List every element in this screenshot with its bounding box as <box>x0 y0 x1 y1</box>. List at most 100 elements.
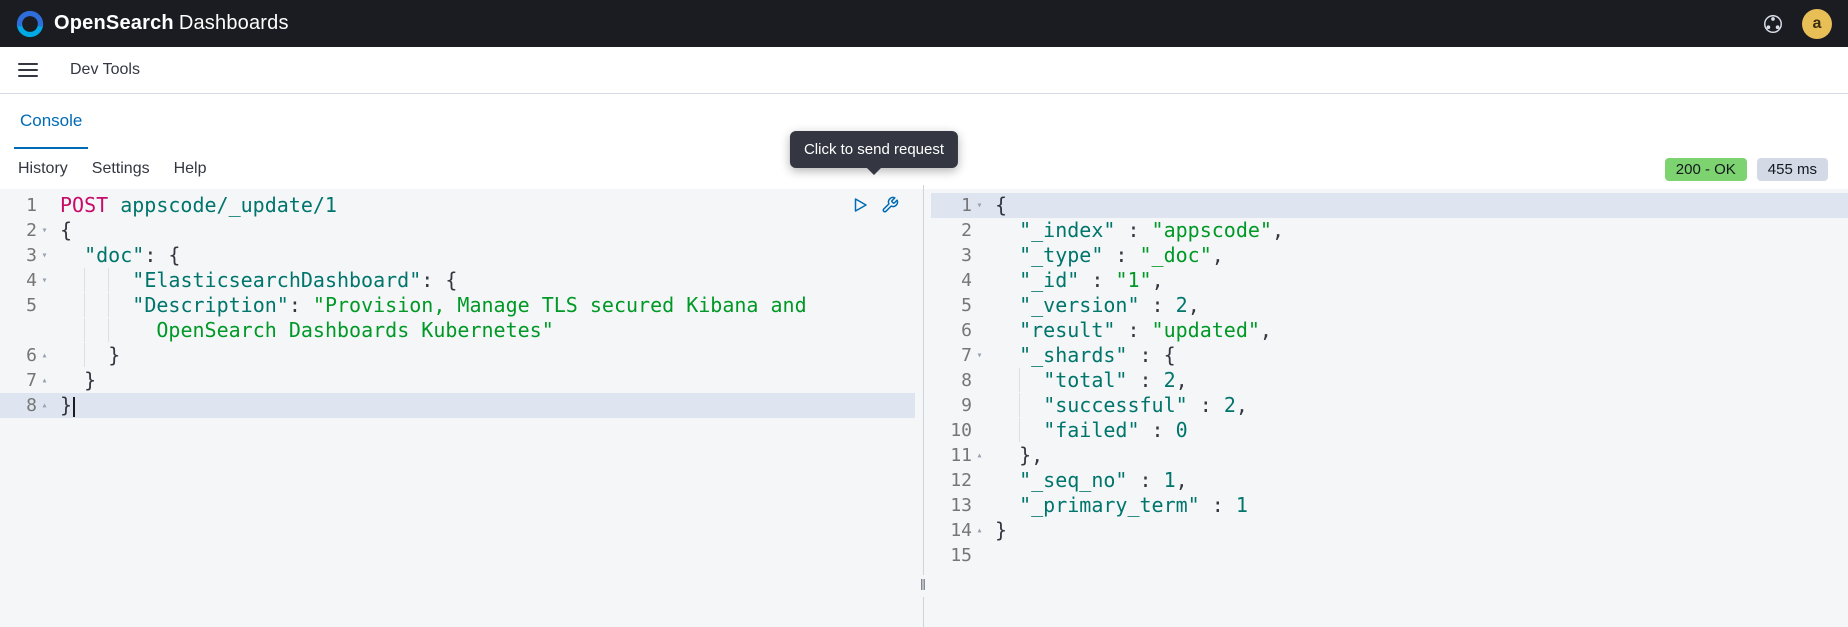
code-text: } <box>987 518 1848 543</box>
send-request-icon[interactable] <box>851 196 869 214</box>
editor-line[interactable]: 1POST appscode/_update/1 <box>0 193 915 218</box>
fold-spacer <box>972 543 987 568</box>
code-text: "total" : 2, <box>987 368 1848 393</box>
editor-line[interactable]: 8▴} <box>0 393 915 418</box>
tab-console[interactable]: Console <box>14 95 88 149</box>
line-number: 5 <box>26 293 37 343</box>
menu-icon[interactable] <box>18 63 38 77</box>
wrench-icon[interactable] <box>881 196 899 214</box>
fold-spacer <box>972 393 987 418</box>
editor-line: 3 "_type" : "_doc", <box>931 243 1848 268</box>
panel-resizer[interactable]: ‖ <box>915 189 931 627</box>
line-number: 6 <box>26 343 37 368</box>
menu-history[interactable]: History <box>18 160 68 178</box>
editor-line: 10 "failed" : 0 <box>931 418 1848 443</box>
gutter-cell: 5 <box>931 293 987 318</box>
editor-line[interactable]: 7▴ } <box>0 368 915 393</box>
line-number: 12 <box>950 468 972 493</box>
code-text: "_primary_term" : 1 <box>987 493 1848 518</box>
cluster-icon[interactable] <box>1762 13 1784 35</box>
code-text[interactable]: "Description": "Provision, Manage TLS se… <box>52 293 915 343</box>
line-number: 3 <box>961 243 972 268</box>
fold-begin-icon[interactable]: ▾ <box>972 343 987 368</box>
request-actions <box>851 196 899 214</box>
gutter-cell: 9 <box>931 393 987 418</box>
fold-spacer <box>972 243 987 268</box>
line-number: 13 <box>950 493 972 518</box>
code-text: "successful" : 2, <box>987 393 1848 418</box>
response-badges: 200 - OK 455 ms <box>1665 158 1828 181</box>
editor-line[interactable]: 4▾ "ElasticsearchDashboard": { <box>0 268 915 293</box>
gutter-cell: 15 <box>931 543 987 568</box>
fold-end-icon[interactable]: ▴ <box>37 343 52 368</box>
menu-help[interactable]: Help <box>174 160 207 178</box>
gutter-cell: 4 <box>931 268 987 293</box>
response-time-badge: 455 ms <box>1757 158 1828 181</box>
gutter-cell: 14▴ <box>931 518 987 543</box>
nav-bar: Dev Tools <box>0 47 1848 94</box>
console-split-panel: 1POST appscode/_update/12▾{3▾ "doc": {4▾… <box>0 189 1848 627</box>
code-text[interactable]: "doc": { <box>52 243 915 268</box>
fold-spacer <box>972 268 987 293</box>
fold-begin-icon[interactable]: ▾ <box>37 268 52 293</box>
editor-line: 13 "_primary_term" : 1 <box>931 493 1848 518</box>
fold-spacer <box>972 293 987 318</box>
fold-end-icon[interactable]: ▴ <box>972 443 987 468</box>
editor-line[interactable]: 6▴ } <box>0 343 915 368</box>
code-text[interactable]: { <box>52 218 915 243</box>
editor-line: 2 "_index" : "appscode", <box>931 218 1848 243</box>
request-editor[interactable]: 1POST appscode/_update/12▾{3▾ "doc": {4▾… <box>0 189 915 627</box>
editor-line[interactable]: 3▾ "doc": { <box>0 243 915 268</box>
line-number: 4 <box>26 268 37 293</box>
fold-begin-icon[interactable]: ▾ <box>972 193 987 218</box>
code-text[interactable]: } <box>52 343 915 368</box>
code-text: "_id" : "1", <box>987 268 1848 293</box>
line-number: 8 <box>961 368 972 393</box>
line-number: 6 <box>961 318 972 343</box>
code-text[interactable]: POST appscode/_update/1 <box>52 193 915 218</box>
editor-line: 14▴} <box>931 518 1848 543</box>
editor-line: 6 "result" : "updated", <box>931 318 1848 343</box>
line-number: 9 <box>961 393 972 418</box>
line-number: 2 <box>961 218 972 243</box>
line-number: 11 <box>950 443 972 468</box>
editor-line: 15 <box>931 543 1848 568</box>
line-number: 8 <box>26 393 37 418</box>
gutter-cell: 6 <box>931 318 987 343</box>
menu-settings[interactable]: Settings <box>92 160 150 178</box>
code-text: "_seq_no" : 1, <box>987 468 1848 493</box>
fold-spacer <box>37 193 52 218</box>
fold-begin-icon[interactable]: ▾ <box>37 243 52 268</box>
code-text: "_type" : "_doc", <box>987 243 1848 268</box>
gutter-cell: 8▴ <box>0 393 52 418</box>
header-actions: a <box>1762 9 1832 39</box>
fold-end-icon[interactable]: ▴ <box>37 393 52 418</box>
editor-line[interactable]: 2▾{ <box>0 218 915 243</box>
gutter-cell: 1▾ <box>931 193 987 218</box>
fold-end-icon[interactable]: ▴ <box>972 518 987 543</box>
fold-end-icon[interactable]: ▴ <box>37 368 52 393</box>
editor-line: 12 "_seq_no" : 1, <box>931 468 1848 493</box>
line-number: 15 <box>950 543 972 568</box>
gutter-cell: 7▴ <box>0 368 52 393</box>
code-text <box>987 543 1848 568</box>
code-text[interactable]: "ElasticsearchDashboard": { <box>52 268 915 293</box>
console-menu-group: History Settings Help <box>18 160 231 178</box>
editor-line[interactable]: 5 "Description": "Provision, Manage TLS … <box>0 293 915 343</box>
breadcrumb: Dev Tools <box>70 61 140 79</box>
line-number: 14 <box>950 518 972 543</box>
code-text[interactable]: } <box>52 393 915 418</box>
line-number: 3 <box>26 243 37 268</box>
gutter-cell: 1 <box>0 193 52 218</box>
fold-begin-icon[interactable]: ▾ <box>37 218 52 243</box>
panel-resizer-handle[interactable]: ‖ <box>919 575 927 597</box>
gutter-cell: 12 <box>931 468 987 493</box>
opensearch-logo[interactable]: OpenSearchDashboards <box>16 10 289 38</box>
user-avatar[interactable]: a <box>1802 9 1832 39</box>
gutter-cell: 5 <box>0 293 52 343</box>
editor-line: 8 "total" : 2, <box>931 368 1848 393</box>
gutter-cell: 11▴ <box>931 443 987 468</box>
editor-line: 7▾ "_shards" : { <box>931 343 1848 368</box>
code-text[interactable]: } <box>52 368 915 393</box>
line-number: 1 <box>961 193 972 218</box>
